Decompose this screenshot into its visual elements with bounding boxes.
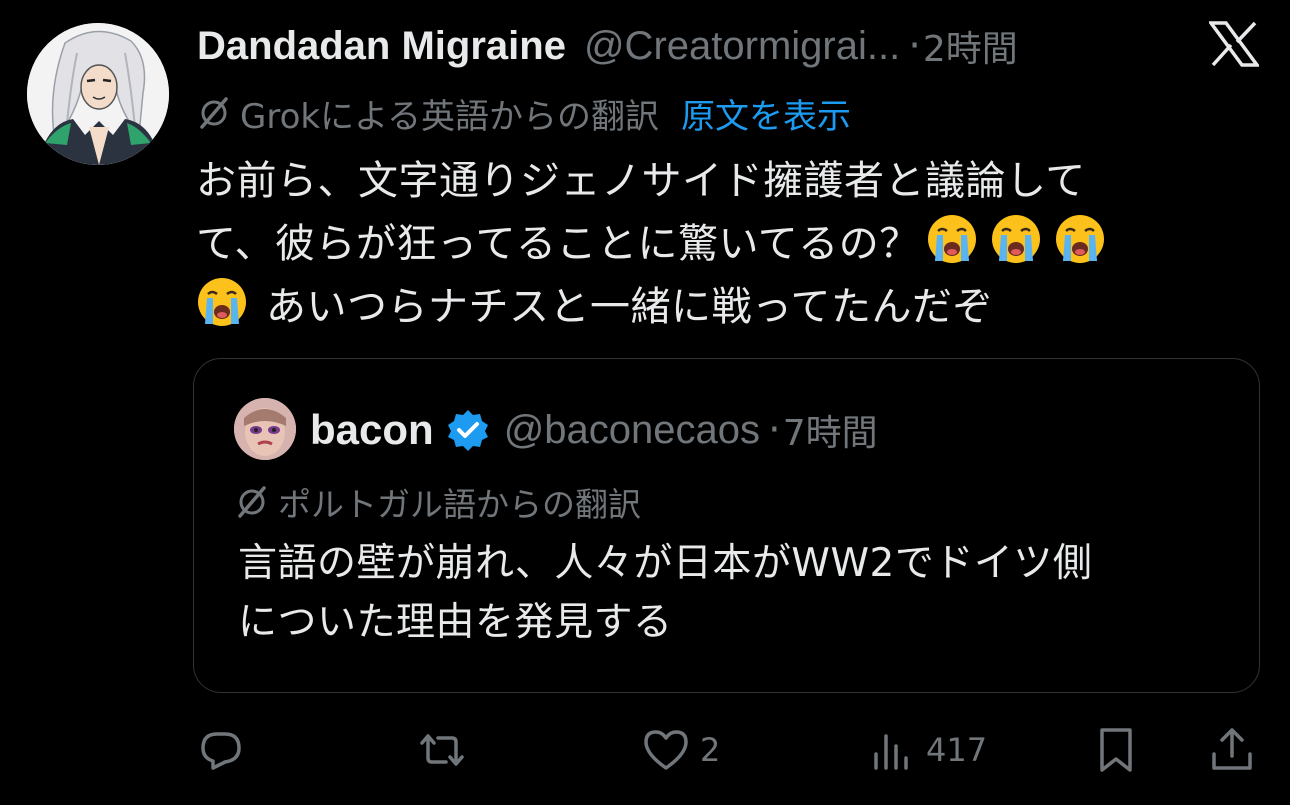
- show-original-link[interactable]: 原文を表示: [681, 89, 851, 138]
- verified-badge-icon[interactable]: [446, 408, 490, 452]
- post-header: Dandadan Migraine @Creatormigrai... · 2時…: [197, 18, 1187, 74]
- repost-icon: [420, 734, 464, 766]
- quote-timestamp[interactable]: 7時間: [783, 404, 878, 456]
- translation-notice: Grokによる英語からの翻訳 原文を表示: [196, 88, 851, 138]
- post-text-line-3-text: あいつらナチスと一緒に戦ってたんだぞ: [266, 284, 993, 330]
- views-button[interactable]: 417: [868, 720, 987, 780]
- views-chart-icon: [874, 734, 908, 770]
- reply-button[interactable]: [197, 720, 255, 780]
- post-timestamp[interactable]: 2時間: [923, 20, 1018, 72]
- post-text-line-1: お前ら、文字通りジェノサイド擁護者と議論して: [196, 158, 1086, 204]
- translate-icon: [238, 486, 266, 518]
- quoted-post-card[interactable]: bacon @baconecaos · 7時間 ポルトガル語からの翻訳 言語の壁…: [193, 358, 1260, 693]
- author-display-name[interactable]: Dandadan Migraine: [197, 24, 566, 69]
- reply-icon: [201, 732, 241, 770]
- views-count: 417: [926, 731, 988, 769]
- author-handle[interactable]: @Creatormigrai...: [584, 24, 900, 69]
- quote-translation-notice: ポルトガル語からの翻訳: [234, 477, 641, 527]
- loudly-crying-face-emoji: [991, 215, 1040, 263]
- quote-author-avatar[interactable]: [234, 398, 296, 460]
- loudly-crying-face-emoji: [198, 278, 246, 326]
- quote-header: bacon @baconecaos · 7時間: [310, 401, 878, 459]
- like-button[interactable]: 2: [642, 720, 720, 780]
- post-text-line-2: て、彼らが狂ってることに驚いてるの？: [196, 213, 1206, 276]
- author-avatar[interactable]: [27, 23, 169, 165]
- heart-icon: [644, 730, 688, 770]
- quote-text-line-1: 言語の壁が崩れ、人々が日本がWW2でドイツ側: [238, 541, 1093, 586]
- quote-author-handle[interactable]: @baconecaos: [504, 408, 760, 453]
- translation-label: Grokによる英語からの翻訳: [240, 96, 660, 137]
- quote-text-line-2: についた理由を発見する: [238, 600, 673, 645]
- x-logo-icon: [1209, 21, 1259, 67]
- repost-button[interactable]: [418, 720, 476, 780]
- share-icon: [1212, 728, 1252, 770]
- post-text-line-3: あいつらナチスと一緒に戦ってたんだぞ: [196, 276, 1206, 339]
- anime-character-avatar-image: [27, 23, 169, 165]
- quote-translation-label: ポルトガル語からの翻訳: [278, 485, 641, 524]
- like-count: 2: [700, 731, 721, 769]
- quote-separator-dot: ·: [768, 407, 781, 453]
- loudly-crying-face-emoji: [927, 215, 976, 263]
- translate-icon: [200, 97, 228, 129]
- bookmark-button[interactable]: [1092, 720, 1140, 780]
- action-bar: 2 417: [0, 720, 1290, 780]
- post-text-line-2-text: て、彼らが狂ってることに驚いてるの？: [196, 221, 920, 267]
- photo-avatar-image: [234, 398, 296, 460]
- quote-text: 言語の壁が崩れ、人々が日本がWW2でドイツ側 についた理由を発見する: [238, 534, 1228, 652]
- post-text: お前ら、文字通りジェノサイド擁護者と議論して て、彼らが狂ってることに驚いてるの…: [196, 150, 1206, 339]
- loudly-crying-face-emoji: [1055, 215, 1104, 263]
- quote-author-display-name[interactable]: bacon: [310, 406, 434, 454]
- share-button[interactable]: [1208, 720, 1256, 780]
- separator-dot: ·: [908, 23, 921, 69]
- bookmark-icon: [1100, 728, 1132, 772]
